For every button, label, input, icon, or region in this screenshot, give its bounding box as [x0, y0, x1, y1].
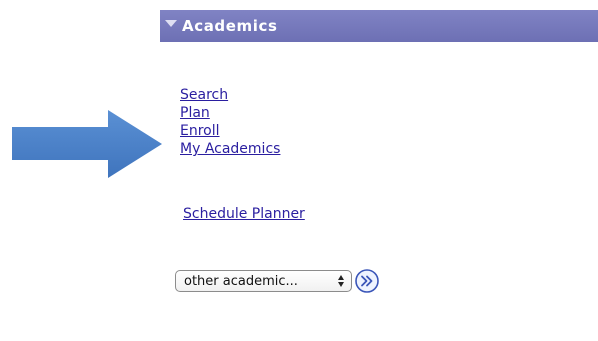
select-value: other academic... — [184, 273, 298, 289]
section-title: Academics — [182, 17, 278, 35]
schedule-planner-link[interactable]: Schedule Planner — [183, 205, 305, 223]
collapse-triangle-icon — [165, 20, 177, 27]
academics-links: Search Plan Enroll My Academics — [180, 86, 280, 158]
select-arrows-icon — [338, 274, 345, 288]
go-button[interactable] — [355, 269, 379, 293]
right-arrow-icon — [12, 110, 162, 178]
page: Academics Search Plan Enroll My Academic… — [0, 0, 598, 341]
academics-section-header: Academics — [160, 10, 598, 42]
enroll-link[interactable]: Enroll — [180, 122, 280, 140]
search-link[interactable]: Search — [180, 86, 280, 104]
my-academics-link[interactable]: My Academics — [180, 140, 280, 158]
collapse-toggle[interactable] — [164, 10, 178, 42]
plan-link[interactable]: Plan — [180, 104, 280, 122]
other-academic-select[interactable]: other academic... — [175, 270, 352, 292]
